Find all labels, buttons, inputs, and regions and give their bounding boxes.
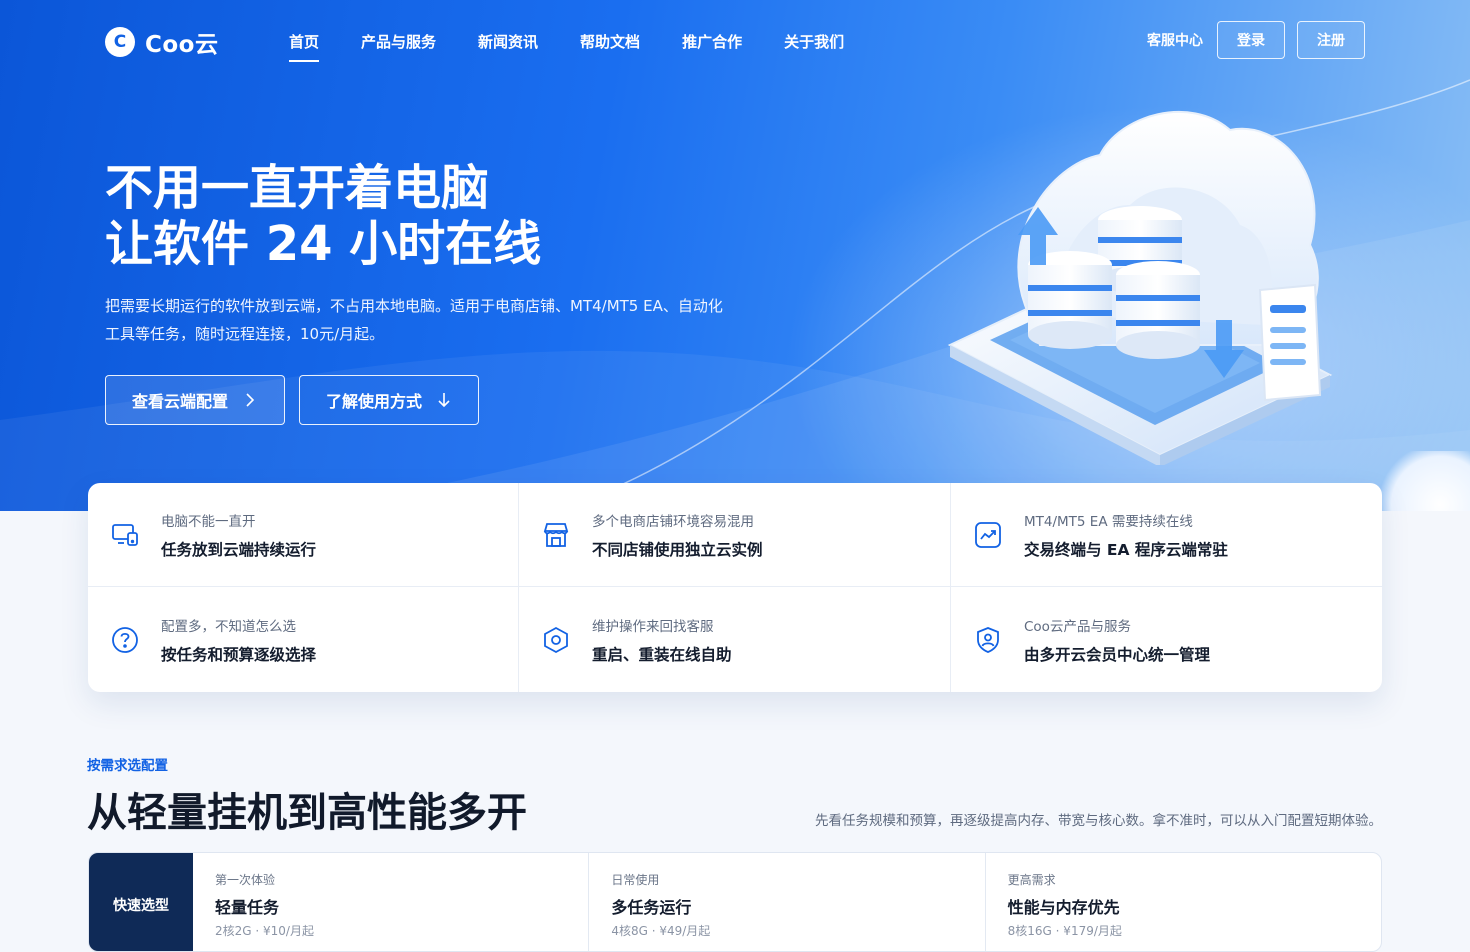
feature-item: 维护操作来回找客服 重启、重装在线自助	[519, 587, 951, 692]
plan-name: 性能与内存优先	[1007, 898, 1120, 917]
feature-title: 重启、重装在线自助	[592, 645, 732, 664]
feature-title: 任务放到云端持续运行	[161, 540, 317, 559]
login-button[interactable]: 登录	[1217, 21, 1285, 59]
chevron-right-icon	[246, 393, 255, 407]
settings-hex-icon	[541, 625, 571, 655]
nav-links: 首页 产品与服务 新闻资讯 帮助文档 推广合作 关于我们	[289, 31, 886, 62]
plan-card[interactable]: 第一次体验 轻量任务 2核2G · ¥10/月起	[193, 853, 590, 951]
arrow-down-icon	[438, 393, 450, 408]
hero-section: C Coo云 首页 产品与服务 新闻资讯 帮助文档 推广合作 关于我们 客服中心…	[0, 0, 1470, 511]
view-config-label: 查看云端配置	[131, 392, 228, 411]
hero-title: 不用一直开着电脑 让软件 24 小时在线	[105, 160, 541, 272]
feature-title: 交易终端与 EA 程序云端常驻	[1024, 540, 1228, 559]
feature-item: 配置多，不知道怎么选 按任务和预算逐级选择	[88, 587, 519, 692]
learn-usage-label: 了解使用方式	[325, 392, 422, 411]
nav-link-products[interactable]: 产品与服务	[361, 31, 436, 52]
nav-actions: 客服中心 登录 注册	[1147, 21, 1365, 59]
plan-selector: 快速选型 第一次体验 轻量任务 2核2G · ¥10/月起 日常使用 多任务运行…	[88, 852, 1382, 952]
cloud-decoration	[1370, 451, 1470, 511]
feature-item: MT4/MT5 EA 需要持续在线 交易终端与 EA 程序云端常驻	[951, 483, 1382, 587]
feature-item: 多个电商店铺环境容易混用 不同店铺使用独立云实例	[519, 483, 951, 587]
logo-mark: C	[105, 27, 135, 57]
user-shield-icon	[973, 625, 1003, 655]
feature-title: 不同店铺使用独立云实例	[592, 540, 763, 559]
feature-subtitle: MT4/MT5 EA 需要持续在线	[1024, 513, 1193, 530]
cloud-server-illustration	[947, 110, 1333, 465]
section-tag: 按需求选配置	[87, 758, 168, 774]
plan-spec: 8核16G · ¥179/月起	[1007, 924, 1122, 938]
nav-link-home[interactable]: 首页	[289, 31, 320, 62]
feature-item: 电脑不能一直开 任务放到云端持续运行	[88, 483, 519, 587]
devices-icon	[110, 520, 140, 550]
plan-name: 轻量任务	[215, 898, 280, 917]
question-icon	[110, 625, 140, 655]
learn-usage-button[interactable]: 了解使用方式	[299, 375, 479, 425]
register-button[interactable]: 注册	[1297, 21, 1365, 59]
feature-subtitle: 配置多，不知道怎么选	[161, 618, 296, 635]
plan-name: 多任务运行	[611, 898, 692, 917]
plan-spec: 4核8G · ¥49/月起	[611, 924, 711, 938]
hero-description: 把需要长期运行的软件放到云端，不占用本地电脑。适用于电商店铺、MT4/MT5 E…	[105, 297, 723, 343]
top-navbar: C Coo云 首页 产品与服务 新闻资讯 帮助文档 推广合作 关于我们 客服中心…	[0, 0, 1470, 82]
logo-text: Coo云	[145, 32, 219, 58]
store-icon	[541, 520, 571, 550]
feature-grid: 电脑不能一直开 任务放到云端持续运行 多个电商店铺环境容易混用 不同店铺使用独立…	[88, 483, 1382, 692]
feature-item: Coo云产品与服务 由多开云会员中心统一管理	[951, 587, 1382, 692]
feature-title: 按任务和预算逐级选择	[161, 645, 317, 664]
feature-subtitle: 维护操作来回找客服	[592, 618, 714, 635]
view-config-button[interactable]: 查看云端配置	[105, 375, 285, 425]
plan-tag: 更高需求	[1007, 873, 1056, 887]
section-title: 从轻量挂机到高性能多开	[87, 790, 527, 836]
plan-card[interactable]: 更高需求 性能与内存优先 8核16G · ¥179/月起	[986, 853, 1381, 951]
nav-link-docs[interactable]: 帮助文档	[580, 31, 640, 52]
logo[interactable]: C Coo云	[105, 25, 218, 59]
chart-trend-icon	[973, 520, 1003, 550]
plan-spec: 2核2G · ¥10/月起	[215, 924, 314, 938]
nav-link-news[interactable]: 新闻资讯	[478, 31, 538, 52]
hero-title-line-1: 不用一直开着电脑	[105, 160, 490, 216]
feature-subtitle: 电脑不能一直开	[161, 513, 256, 530]
plan-card[interactable]: 日常使用 多任务运行 4核8G · ¥49/月起	[589, 853, 986, 951]
hero-title-line-2: 让软件 24 小时在线	[105, 216, 542, 272]
nav-link-affiliate[interactable]: 推广合作	[682, 31, 742, 52]
customer-service-link[interactable]: 客服中心	[1147, 30, 1203, 50]
quick-select-tab[interactable]: 快速选型	[89, 853, 193, 951]
hero-buttons: 查看云端配置 了解使用方式	[105, 375, 479, 425]
plan-tag: 日常使用	[611, 873, 660, 887]
feature-title: 由多开云会员中心统一管理	[1024, 645, 1211, 664]
plan-tag: 第一次体验	[215, 873, 276, 887]
nav-link-about[interactable]: 关于我们	[784, 31, 844, 52]
feature-subtitle: Coo云产品与服务	[1024, 618, 1131, 635]
feature-subtitle: 多个电商店铺环境容易混用	[592, 513, 754, 530]
section-description: 先看任务规模和预算，再逐级提高内存、带宽与核心数。拿不准时，可以从入门配置短期体…	[815, 813, 1382, 829]
